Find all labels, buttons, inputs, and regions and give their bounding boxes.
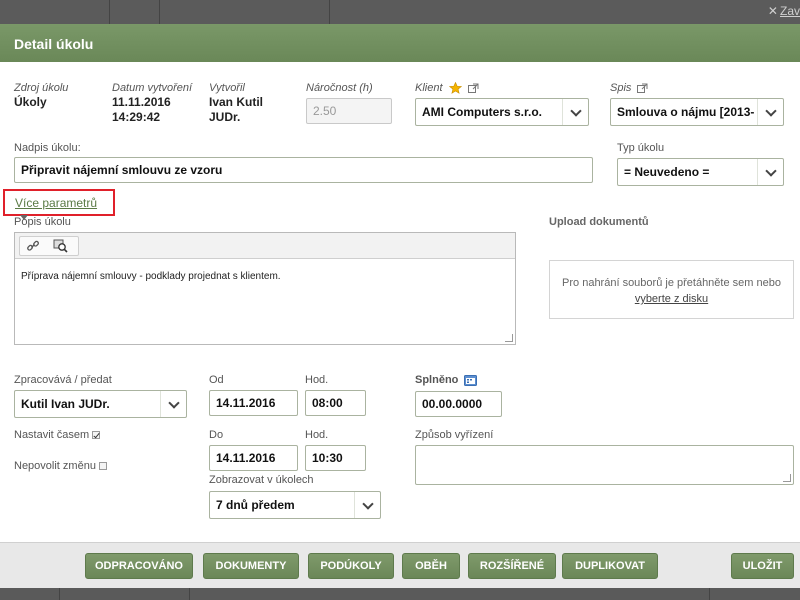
calendar-icon[interactable] (464, 374, 478, 387)
created-label: Datum vytvoření (112, 82, 193, 94)
show-select[interactable]: 7 dnů předem (209, 491, 381, 519)
upload-dropzone[interactable]: Pro nahrání souborů je přetáhněte sem ne… (549, 260, 794, 319)
file-value: Smlouva o nájmu [2013- (617, 105, 755, 119)
task-type-select[interactable]: = Neuvedeno = (617, 158, 784, 186)
client-value: AMI Computers s.r.o. (422, 105, 543, 119)
external-link-icon[interactable] (637, 83, 648, 94)
external-link-icon[interactable] (467, 83, 479, 94)
background-page-top (0, 0, 800, 24)
source-label: Zdroj úkolu (14, 82, 69, 94)
file-label-row: Spis (610, 82, 648, 94)
documents-button[interactable]: DOKUMENTY (203, 553, 299, 579)
lock-checkbox[interactable] (98, 462, 107, 471)
link-icon[interactable] (26, 239, 48, 255)
description-editor[interactable]: Příprava nájemní smlouvy - podklady proj… (14, 232, 516, 345)
file-select[interactable]: Smlouva o nájmu [2013- (610, 98, 784, 126)
background-cell (0, 0, 110, 24)
task-title-label: Nadpis úkolu: (14, 142, 81, 154)
editor-toolbar (15, 233, 515, 259)
set-time-row: Nastavit časem (14, 429, 101, 441)
resolution-label: Způsob vyřízení (415, 429, 494, 441)
star-icon[interactable] (448, 82, 462, 94)
show-value: 7 dnů předem (216, 498, 295, 512)
to-date-field[interactable] (209, 445, 298, 471)
client-label: Klient (415, 82, 443, 94)
more-params-link[interactable]: Více parametrů (15, 196, 97, 210)
chevron-down-icon[interactable] (757, 99, 783, 125)
upload-browse-link[interactable]: vyberte z disku (635, 293, 708, 305)
dialog-header: Detail úkolu (0, 24, 800, 62)
task-type-value: = Neuvedeno = (624, 165, 710, 179)
upload-hint: Pro nahrání souborů je přetáhněte sem ne… (562, 277, 781, 289)
effort-field[interactable] (306, 98, 392, 124)
lock-label: Nepovolit změnu (14, 460, 96, 472)
from-hour-label: Hod. (305, 374, 329, 386)
close-label: Zav (779, 4, 800, 18)
background-cell (60, 588, 190, 600)
description-text: Příprava nájemní smlouvy - podklady proj… (21, 271, 281, 282)
chevron-down-icon[interactable] (562, 99, 588, 125)
close-icon: ✕ (767, 4, 778, 18)
close-link[interactable]: ✕ Zav (766, 4, 800, 18)
to-label: Do (209, 429, 224, 441)
from-label: Od (209, 374, 224, 386)
worked-button[interactable]: ODPRACOVÁNO (85, 553, 193, 579)
resolution-textarea[interactable] (415, 445, 794, 485)
task-type-label: Typ úkolu (617, 142, 665, 154)
done-label: Splněno (415, 374, 459, 386)
author-title: JUDr. (209, 110, 241, 124)
created-time: 14:29:42 (112, 110, 161, 124)
resize-grip[interactable] (505, 334, 513, 342)
caret-down-icon (20, 215, 28, 221)
dialog-footer: ODPRACOVÁNO DOKUMENTY PODÚKOLY OBĚH ROZŠ… (0, 542, 800, 588)
task-detail-dialog: Detail úkolu Zdroj úkolu Úkoly Datum vyt… (0, 24, 800, 588)
assignee-value: Kutil Ivan JUDr. (21, 397, 110, 411)
chevron-down-icon[interactable] (757, 159, 783, 185)
client-select[interactable]: AMI Computers s.r.o. (415, 98, 589, 126)
author-name: Ivan Kutil (209, 95, 264, 109)
set-time-checkbox[interactable] (92, 431, 101, 440)
toolbar-group (19, 236, 79, 256)
done-date-field[interactable] (415, 391, 502, 417)
effort-label: Náročnost (h) (306, 82, 373, 94)
save-button[interactable]: ULOŽIT (731, 553, 794, 579)
author-label: Vytvořil (209, 82, 245, 94)
background-cell (160, 0, 330, 24)
from-hour-field[interactable] (305, 390, 366, 416)
more-params-toggle[interactable]: Více parametrů (3, 189, 115, 221)
chevron-down-icon[interactable] (354, 492, 380, 518)
background-cell (110, 0, 160, 24)
to-hour-label: Hod. (305, 429, 329, 441)
created-date: 11.11.2016 (112, 95, 171, 109)
extended-button[interactable]: ROZŠÍŘENÉ (468, 553, 556, 579)
done-label-row: Splněno (415, 374, 478, 387)
source-value: Úkoly (14, 95, 47, 109)
assignee-select[interactable]: Kutil Ivan JUDr. (14, 390, 187, 418)
background-cell (0, 588, 60, 600)
set-time-label: Nastavit časem (14, 429, 90, 441)
upload-label: Upload dokumentů (549, 216, 649, 228)
to-hour-field[interactable] (305, 445, 366, 471)
from-date-field[interactable] (209, 390, 298, 416)
task-title-field[interactable] (14, 157, 593, 183)
subtasks-button[interactable]: PODÚKOLY (308, 553, 394, 579)
lock-row: Nepovolit změnu (14, 460, 107, 472)
background-page-bottom (0, 588, 800, 600)
chevron-down-icon[interactable] (160, 391, 186, 417)
workflow-button[interactable]: OBĚH (402, 553, 460, 579)
show-label: Zobrazovat v úkolech (209, 474, 314, 486)
file-label: Spis (610, 82, 632, 94)
assignee-label: Zpracovává / předat (14, 374, 112, 386)
background-cell (190, 588, 710, 600)
find-replace-icon[interactable] (53, 239, 75, 255)
resize-grip[interactable] (783, 474, 791, 482)
client-label-row: Klient (415, 82, 479, 94)
dialog-title: Detail úkolu (14, 36, 94, 52)
duplicate-button[interactable]: DUPLIKOVAT (562, 553, 658, 579)
